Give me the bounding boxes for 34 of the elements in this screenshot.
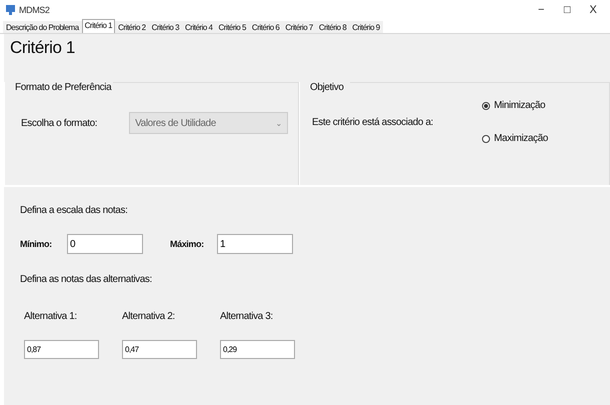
page-heading: Critério 1 <box>9 37 76 59</box>
tab[interactable]: Critério 3 <box>148 21 182 33</box>
input-field[interactable]: 0,47 <box>122 340 197 359</box>
tab[interactable]: Critério 9 <box>349 21 383 33</box>
tab[interactable]: Critério 6 <box>248 21 282 33</box>
group-title: Objetivo <box>310 82 346 93</box>
section-label: Defina as notas das alternativas: <box>20 274 153 285</box>
section-label: Defina a escala das notas: <box>20 205 128 216</box>
app-icon <box>6 5 15 15</box>
input-field[interactable]: 0,87 <box>24 340 99 359</box>
field-label: Escolha o formato: <box>21 118 98 128</box>
field-label: Alternativa 2: <box>122 311 176 322</box>
input-field[interactable]: 0 <box>67 234 143 254</box>
field-label: Este critério está associado a: <box>311 116 434 128</box>
field-label: Alternativa 3: <box>220 311 274 322</box>
tab[interactable]: Critério 1 <box>82 19 116 33</box>
tab[interactable]: Critério 5 <box>215 21 249 33</box>
radio-option[interactable]: Minimização <box>482 100 548 111</box>
radio-option[interactable]: Maximização <box>482 133 548 144</box>
tab[interactable]: Critério 8 <box>316 21 350 33</box>
group-title: Formato de Preferência <box>15 82 114 93</box>
field-label: Mínimo: <box>20 239 53 249</box>
tab[interactable]: Descrição do Problema <box>3 21 82 33</box>
input-field[interactable]: 0,29 <box>220 340 295 359</box>
tab[interactable]: Critério 7 <box>282 21 316 33</box>
window-control[interactable]: − <box>530 4 552 16</box>
window-control[interactable]: X <box>582 4 604 16</box>
field-label: Alternativa 1: <box>24 311 78 322</box>
window-title: MDMS2 <box>19 5 51 15</box>
tab[interactable]: Critério 2 <box>115 21 149 33</box>
input-field[interactable]: 1 <box>217 234 293 254</box>
field-label: Máximo: <box>170 239 205 249</box>
tab[interactable]: Critério 4 <box>182 21 216 33</box>
window-control[interactable]: □ <box>556 4 578 16</box>
